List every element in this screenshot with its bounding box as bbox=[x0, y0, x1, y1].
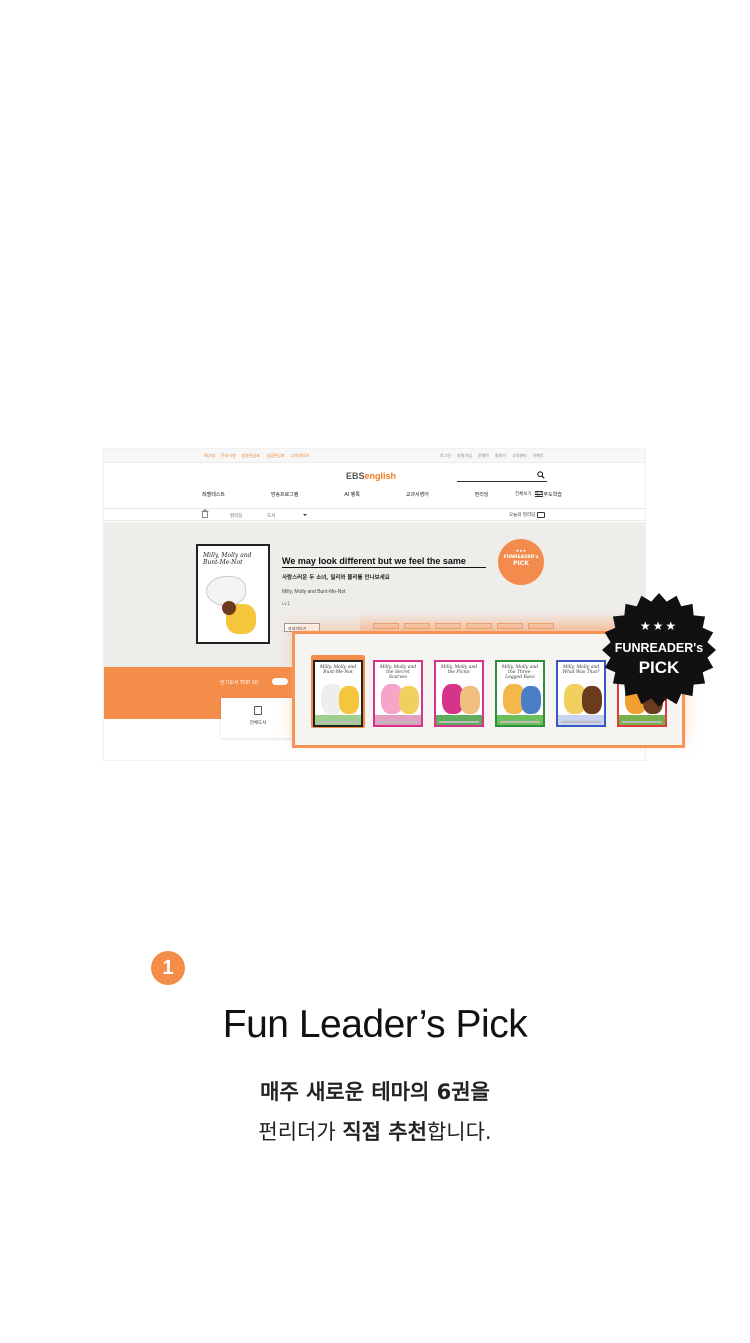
main-nav: 레벨테스트 방송프로그램 AI 펭톡 교과서영어 펀리딩 자기주도학습 bbox=[202, 491, 562, 500]
today-label: 오늘의 펀리딩 bbox=[509, 513, 536, 518]
breadcrumb-item[interactable]: 펀리딩 bbox=[230, 513, 242, 519]
nav-item-funreading[interactable]: 펀리딩 bbox=[475, 491, 489, 500]
home-icon[interactable] bbox=[201, 509, 209, 518]
cover-illustration bbox=[375, 715, 421, 725]
badge-stars: ★★★ bbox=[515, 548, 527, 553]
cover-footer bbox=[622, 721, 662, 723]
signup-link[interactable]: 회원가입 bbox=[457, 453, 472, 458]
description-text: 합니다. bbox=[426, 1120, 492, 1144]
nav-item-programs[interactable]: 방송프로그램 bbox=[271, 491, 299, 500]
badge-line1: FUNREADER's bbox=[614, 641, 704, 655]
section-title: Fun Leader’s Pick bbox=[222, 1003, 528, 1046]
hero-level: Lv.1 bbox=[282, 601, 291, 606]
category-label: 전체도서 bbox=[249, 721, 267, 726]
cover-illustration bbox=[315, 715, 361, 725]
breadcrumb: 펀리딩 도서 오늘의 펀리딩 bbox=[104, 508, 645, 521]
funreader-pick-badge: ★★★ FUNREADER's PICK bbox=[600, 591, 718, 709]
badge-stars: ★★★ bbox=[639, 619, 679, 633]
logo-text: EBS bbox=[346, 471, 365, 481]
utility-link[interactable]: 해고됨 bbox=[204, 453, 215, 458]
cover-footer bbox=[378, 721, 418, 723]
logo-accent: english bbox=[364, 471, 397, 481]
utility-link[interactable]: 일곱편성표 bbox=[266, 453, 284, 458]
hero-subtitle: 사랑스러운 두 소녀, 밀리와 몰리를 만나보세요 bbox=[282, 575, 390, 581]
login-link[interactable]: 로그인 bbox=[440, 453, 451, 458]
description-emphasis: 직접 추천 bbox=[342, 1120, 427, 1144]
chevron-down-icon[interactable] bbox=[303, 514, 307, 516]
utility-link[interactable]: 문의사항 bbox=[221, 453, 236, 458]
nav-item-ai-pengtalk[interactable]: AI 펭톡 bbox=[344, 491, 360, 500]
cover-illustration bbox=[497, 715, 543, 725]
search-input[interactable] bbox=[457, 481, 547, 482]
funreader-pick-badge-small: ★★★ FUNREADER's PICK bbox=[498, 539, 544, 585]
utility-link[interactable]: 고객센터쳐 bbox=[291, 453, 309, 458]
cover-illustration bbox=[582, 686, 602, 714]
cover-footer bbox=[439, 721, 479, 723]
pick-book-cover[interactable]: Milly, Molly and What Was That? bbox=[556, 660, 606, 727]
cover-footer bbox=[318, 721, 358, 723]
hero-title: We may look different but we feel the sa… bbox=[282, 556, 486, 568]
menu-icon bbox=[534, 491, 543, 497]
search-icon[interactable] bbox=[537, 471, 545, 479]
customer-center-link[interactable]: 고객센터 bbox=[512, 453, 527, 458]
event-link[interactable]: 이벤트 bbox=[533, 453, 544, 458]
category-card[interactable]: 전체도서 bbox=[221, 698, 295, 738]
all-menu-label: 전체보기 bbox=[515, 492, 532, 497]
book-icon bbox=[254, 706, 262, 715]
cover-illustration bbox=[339, 686, 359, 714]
pick-book-cover[interactable]: Milly, Molly and the Three-Legged Race bbox=[495, 660, 545, 727]
cover-illustration bbox=[436, 715, 482, 725]
hero-book-title: Milly, Molly and Bunt-Me-Not bbox=[203, 552, 252, 566]
top10-toggle[interactable] bbox=[272, 678, 288, 685]
cover-footer bbox=[500, 721, 540, 723]
cover-illustration bbox=[460, 686, 480, 714]
pick-book-title: Milly, Molly and the Three-Legged Race bbox=[501, 665, 539, 680]
pick-book-title: Milly, Molly and Bunt-Me-Not bbox=[319, 665, 357, 675]
badge-line2: PICK bbox=[638, 658, 680, 677]
hero-book-cover[interactable]: Milly, Molly and Bunt-Me-Not bbox=[196, 544, 270, 644]
breadcrumb-select[interactable]: 도서 bbox=[267, 513, 275, 519]
utility-link[interactable]: 회원가 bbox=[495, 453, 506, 458]
step-number-badge: 1 bbox=[151, 951, 185, 985]
pick-book-cover[interactable]: Milly, Molly and the Secret Scarves bbox=[373, 660, 423, 727]
utility-link[interactable]: 방송편성표 bbox=[242, 453, 260, 458]
description-line1: 매주 새로운 테마의 6권을 bbox=[260, 1080, 490, 1104]
pick-book-cover[interactable]: Milly, Molly and the Picnic bbox=[434, 660, 484, 727]
pick-book-cover[interactable]: Milly, Molly and Bunt-Me-Not bbox=[313, 660, 363, 727]
today-funreading-link[interactable]: 오늘의 펀리딩 bbox=[509, 512, 546, 518]
nav-item-level-test[interactable]: 레벨테스트 bbox=[202, 491, 225, 500]
utility-link[interactable]: 문해력 bbox=[478, 453, 489, 458]
cover-illustration bbox=[619, 715, 665, 725]
utility-links-left: 해고됨 문의사항 방송편성표 일곱편성표 고객센터쳐 bbox=[204, 453, 309, 458]
top10-label: 인기도서 TOP 10 bbox=[220, 680, 258, 686]
pick-book-title: Milly, Molly and the Picnic bbox=[440, 665, 478, 675]
cover-illustration bbox=[521, 686, 541, 714]
cover-illustration bbox=[558, 715, 604, 725]
cover-illustration bbox=[222, 601, 236, 615]
site-logo[interactable]: EBSenglish bbox=[346, 471, 396, 481]
pick-book-title: Milly, Molly and the Secret Scarves bbox=[379, 665, 417, 680]
description-text: 펀리더가 bbox=[258, 1120, 343, 1144]
pick-book-title: Milly, Molly and What Was That? bbox=[562, 665, 600, 675]
cover-illustration bbox=[399, 686, 419, 714]
description-line2: 펀리더가 직접 추천합니다. bbox=[0, 1116, 750, 1146]
badge-line2: PICK bbox=[513, 560, 529, 567]
utility-bar: 해고됨 문의사항 방송편성표 일곱편성표 고객센터쳐 로그인 회원가입 문해력 … bbox=[104, 449, 645, 463]
calendar-icon bbox=[537, 512, 546, 518]
cover-footer bbox=[561, 721, 601, 723]
all-menu-button[interactable]: 전체보기 bbox=[515, 491, 543, 497]
utility-links-right: 로그인 회원가입 문해력 회원가 고객센터 이벤트 bbox=[440, 453, 544, 458]
nav-item-textbook[interactable]: 교과서영어 bbox=[406, 491, 429, 500]
hero-english-title: Milly, Molly and Bunt-Me-Not bbox=[282, 589, 346, 595]
